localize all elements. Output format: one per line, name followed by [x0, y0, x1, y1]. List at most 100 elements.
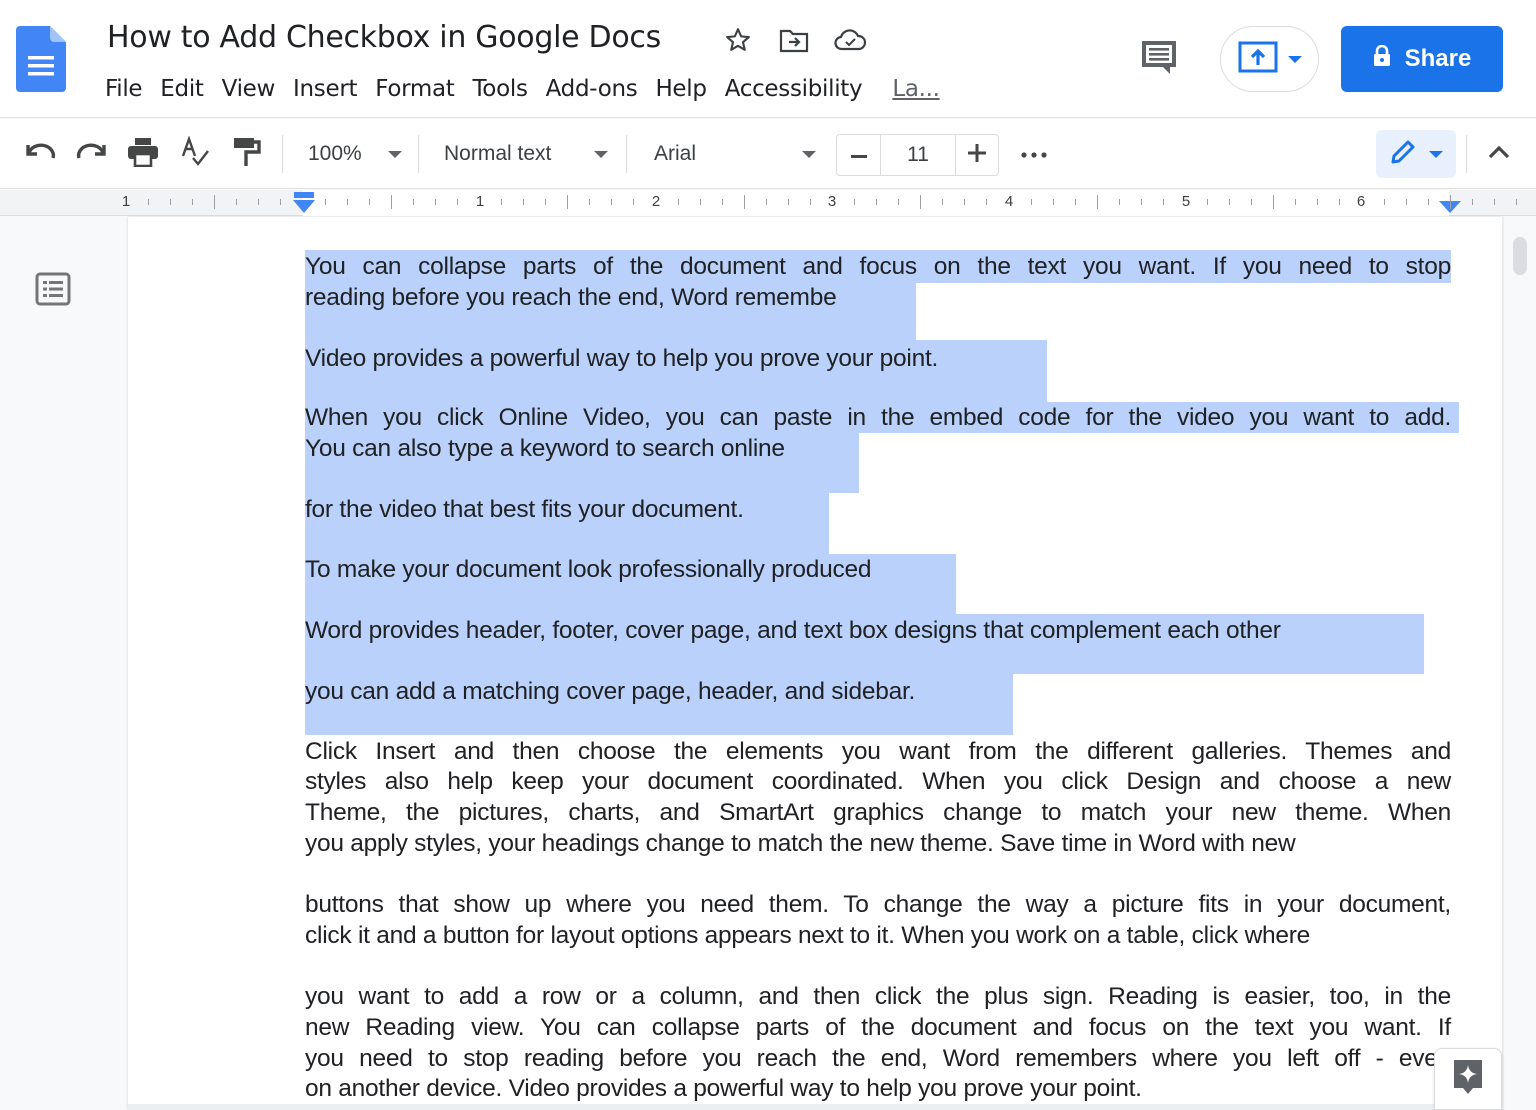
text-line: Word provides header, footer, cover page… [305, 617, 1281, 644]
comment-history-button[interactable] [1136, 38, 1182, 80]
ruler-tick [258, 199, 260, 205]
ruler-tick [876, 199, 878, 205]
menu-edit[interactable]: Edit [151, 72, 212, 106]
menu-file[interactable]: File [96, 72, 151, 106]
text-line: you apply styles, your headings change t… [305, 830, 1296, 857]
ruler-tick [1383, 199, 1385, 205]
cloud-saved-icon[interactable] [832, 24, 868, 56]
ruler-label: 2 [651, 193, 661, 210]
divider [626, 135, 627, 173]
horizontal-scrollbar[interactable] [128, 1104, 1434, 1110]
paragraph-style-value: Normal text [444, 142, 552, 165]
ruler-tick [699, 199, 701, 205]
ruler-tick [743, 195, 745, 209]
ruler-tick [765, 199, 767, 205]
font-family-select[interactable]: Arial [646, 119, 824, 189]
ruler-tick [1162, 199, 1164, 205]
ruler-tick [1317, 199, 1319, 205]
chevron-down-icon [594, 150, 608, 158]
text-line: click it and a button for layout options… [305, 922, 1311, 949]
ruler-tick [324, 199, 326, 205]
vertical-scrollbar[interactable] [1503, 217, 1536, 1110]
lock-icon [1373, 44, 1391, 74]
ruler-tick [170, 199, 172, 205]
text-line: When you click Online Video, you can pas… [305, 404, 1451, 431]
menu-tools[interactable]: Tools [463, 72, 536, 106]
ruler-tick [1251, 199, 1253, 205]
ruler-tick [1449, 195, 1451, 209]
ruler-tick [986, 199, 988, 205]
redo-button[interactable] [74, 119, 110, 189]
ruler-tick [1339, 199, 1341, 205]
text-line: styles also help keep your document coor… [305, 768, 1451, 795]
font-size-input[interactable]: 11 [881, 135, 956, 175]
menu-insert[interactable]: Insert [284, 72, 366, 106]
text-line: To make your document look professionall… [305, 556, 872, 583]
text-line: new Reading view. You can collapse parts… [305, 1014, 1451, 1041]
docs-logo-icon[interactable] [16, 26, 66, 92]
print-button[interactable] [124, 119, 162, 189]
text-line: you can add a matching cover page, heade… [305, 678, 916, 705]
header: How to Add Checkbox in Google Docs File … [0, 0, 1536, 118]
ruler-tick [1030, 199, 1032, 205]
hide-menus-button[interactable] [1478, 119, 1520, 189]
undo-button[interactable] [22, 119, 58, 189]
paint-format-button[interactable] [228, 119, 266, 189]
print-icon [127, 137, 159, 172]
ruler-tick [567, 195, 569, 209]
increase-font-size-button[interactable] [956, 135, 998, 175]
menu-add-ons[interactable]: Add-ons [537, 72, 647, 106]
editing-mode-button[interactable] [1376, 130, 1456, 178]
ruler[interactable]: 1 1 2 3 4 5 6 [0, 190, 1536, 216]
ruler-label: 1 [121, 193, 131, 210]
share-button[interactable]: Share [1341, 26, 1503, 92]
chevron-up-icon [1488, 145, 1510, 164]
zoom-select[interactable]: 100% [300, 119, 410, 189]
more-options-button[interactable] [1014, 119, 1054, 189]
plus-icon [967, 143, 986, 167]
zoom-value: 100% [308, 142, 362, 165]
present-button[interactable] [1220, 26, 1319, 92]
left-indent-marker[interactable] [292, 192, 316, 219]
menu-help[interactable]: Help [646, 72, 715, 106]
ruler-tick [501, 199, 503, 205]
text-line: You can collapse parts of the document a… [305, 253, 1451, 280]
scrollbar-thumb[interactable] [1513, 237, 1527, 275]
decrease-font-size-button[interactable] [837, 135, 882, 175]
last-edit-link[interactable]: La... [883, 72, 948, 106]
ruler-label: 5 [1181, 193, 1191, 210]
spellcheck-button[interactable] [176, 119, 214, 189]
ruler-tick [1118, 199, 1120, 205]
text-line: for the video that best fits your docume… [305, 496, 744, 523]
ruler-tick [920, 195, 922, 209]
ruler-tick [192, 199, 194, 205]
ruler-tick [1074, 199, 1076, 205]
present-icon [1238, 41, 1278, 78]
menu-format[interactable]: Format [366, 72, 463, 106]
star-icon[interactable] [720, 24, 756, 56]
explore-button[interactable] [1434, 1048, 1502, 1110]
ruler-tick [1405, 199, 1407, 205]
document-outline-button[interactable] [34, 272, 72, 310]
font-family-value: Arial [654, 142, 697, 165]
text-line: You can also type a keyword to search on… [305, 435, 785, 462]
document-page[interactable]: You can collapse parts of the document a… [128, 217, 1502, 1110]
ruler-tick [412, 199, 414, 205]
ruler-tick [898, 199, 900, 205]
paragraph-style-select[interactable]: Normal text [436, 119, 616, 189]
document-title[interactable]: How to Add Checkbox in Google Docs [107, 20, 661, 55]
ruler-tick [236, 199, 238, 205]
paint-format-icon [232, 136, 262, 173]
move-to-folder-icon[interactable] [776, 24, 812, 56]
menu-view[interactable]: View [213, 72, 284, 106]
ruler-tick [280, 199, 282, 205]
font-size-stepper: 11 [836, 134, 999, 176]
ruler-tick [368, 199, 370, 205]
explore-icon [1451, 1057, 1485, 1102]
menu-accessibility[interactable]: Accessibility [716, 72, 872, 106]
more-horizontal-icon [1020, 145, 1048, 163]
divider [282, 135, 283, 173]
ruler-tick [1140, 199, 1142, 205]
ruler-tick [523, 199, 525, 205]
redo-icon [76, 141, 108, 168]
